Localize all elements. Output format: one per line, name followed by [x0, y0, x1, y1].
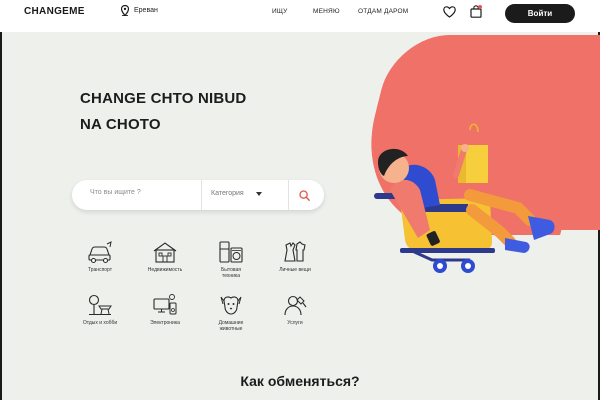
house-icon — [153, 242, 177, 263]
category-pets[interactable]: Домашние животные — [201, 293, 261, 332]
search-divider — [201, 180, 202, 210]
appliances-icon — [219, 241, 243, 263]
category-label: Домашние животные — [218, 320, 244, 332]
search-button[interactable] — [294, 186, 314, 204]
pets-icon — [220, 296, 242, 315]
category-label: Личные вещи — [279, 267, 311, 273]
location-selector[interactable]: Ереван — [121, 5, 158, 16]
nav-give-away[interactable]: ОТДАМ ДАРОМ — [358, 8, 408, 15]
nav-exchange[interactable]: МЕНЯЮ — [313, 8, 340, 15]
search-bar: Категория — [72, 180, 324, 210]
login-button[interactable]: Войти — [505, 4, 575, 23]
top-navbar: CHANGEME Ереван ИЩУ МЕНЯЮ ОТДАМ ДАРОМ Во… — [0, 0, 600, 32]
category-label: Недвижимость — [147, 267, 183, 273]
category-electronics[interactable]: Электроника — [135, 293, 195, 326]
hero-title: CHANGE CHTO NIBUD NA CHOTO — [80, 86, 340, 138]
category-transport[interactable]: Транспорт — [70, 240, 130, 273]
category-label: Транспорт — [87, 267, 113, 273]
category-personal-items[interactable]: Личные вещи — [265, 240, 325, 273]
category-realty[interactable]: Недвижимость — [135, 240, 195, 273]
window-frame-left — [0, 0, 2, 400]
search-icon — [298, 189, 310, 201]
cart-badge — [478, 5, 482, 9]
location-label: Ереван — [134, 7, 158, 14]
category-label: Услуги — [287, 320, 303, 326]
category-label: Бытовая техника — [221, 267, 241, 279]
category-label: Отдых и хобби — [82, 320, 118, 326]
category-dropdown[interactable]: Категория — [211, 190, 262, 197]
category-services[interactable]: Услуги — [265, 293, 325, 326]
services-icon — [284, 295, 307, 316]
hero-title-line-1: CHANGE CHTO NIBUD — [80, 90, 247, 107]
electronics-icon — [153, 294, 177, 315]
section-title-how-to-exchange: Как обменяться? — [240, 373, 360, 389]
category-hobby[interactable]: Отдых и хобби — [70, 293, 130, 326]
hero-title-line-2: NA CHOTO — [80, 116, 161, 133]
car-icon — [88, 241, 112, 264]
category-appliances[interactable]: Бытовая техника — [201, 240, 261, 279]
hero-illustration — [374, 123, 555, 273]
search-input[interactable] — [90, 189, 195, 196]
hobby-icon — [88, 294, 112, 315]
heart-icon — [443, 6, 456, 18]
logo[interactable]: CHANGEME — [24, 6, 85, 17]
category-label: Электроника — [150, 320, 180, 326]
nav-search[interactable]: ИЩУ — [272, 8, 288, 15]
search-divider — [288, 180, 289, 210]
cart-button[interactable] — [470, 5, 482, 23]
category-dropdown-label: Категория — [211, 190, 244, 197]
caret-down-icon — [255, 191, 262, 196]
favorites-button[interactable] — [443, 5, 456, 23]
location-pin-icon — [121, 5, 129, 16]
clothes-icon — [284, 241, 306, 262]
